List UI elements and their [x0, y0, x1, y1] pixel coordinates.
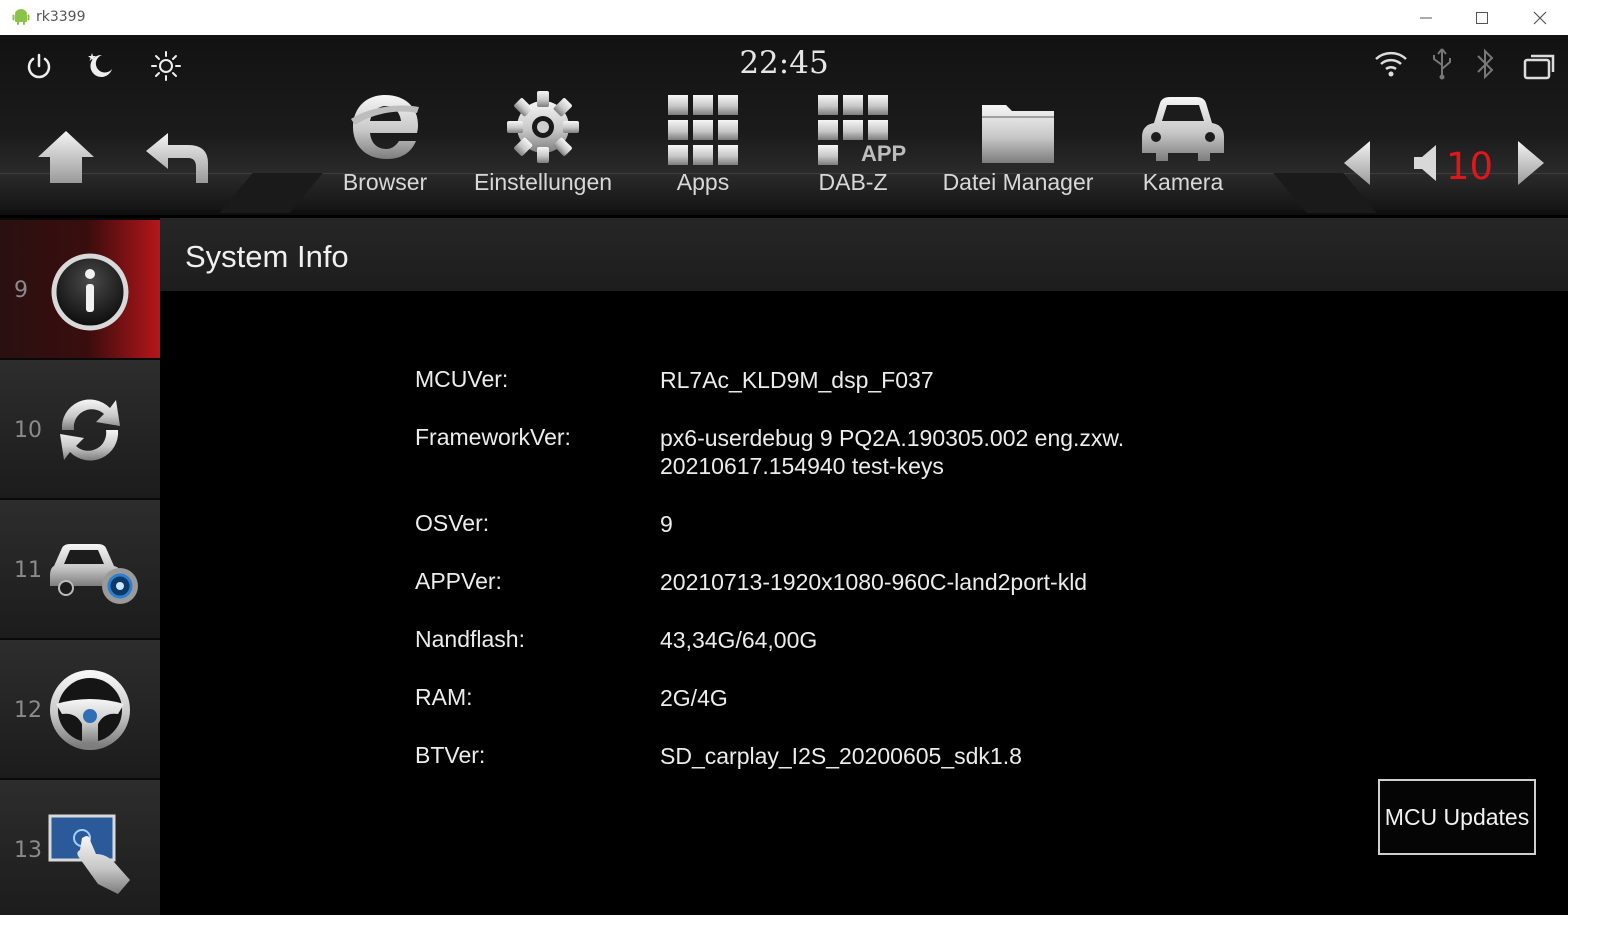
power-icon[interactable] — [24, 51, 54, 81]
maximize-icon — [1476, 11, 1488, 24]
window-titlebar: rk3399 — [0, 0, 1600, 35]
folder-icon — [982, 105, 1054, 163]
close-icon — [1533, 11, 1547, 24]
android-icon — [12, 9, 30, 25]
info-value: 20210713-1920x1080-960C-land2port-kld — [660, 569, 1088, 595]
bluetooth-icon — [1477, 48, 1494, 80]
info-value: px6-userdebug 9 PQ2A.190305.002 eng.zxw.… — [660, 424, 1280, 480]
brightness-icon[interactable] — [150, 50, 182, 82]
refresh-icon — [60, 399, 120, 461]
wifi-icon — [1375, 51, 1407, 77]
usb-icon — [1433, 48, 1451, 80]
sidebar-item-update[interactable]: 10 — [0, 358, 160, 498]
volume-level: 10 — [1446, 145, 1494, 188]
volume-up-arrow-icon[interactable] — [1516, 139, 1546, 187]
app-einstellungen[interactable]: Einstellungen — [458, 77, 628, 196]
app-label: Datei Manager — [942, 169, 1094, 195]
home-icon[interactable] — [36, 129, 96, 185]
apps-grid-icon — [668, 95, 738, 165]
mcu-updates-button[interactable]: MCU Updates — [1378, 779, 1536, 855]
info-key: APPVer: — [415, 568, 502, 594]
info-value: 9 — [660, 511, 673, 537]
app-dab-z[interactable]: APP DAB-Z — [768, 77, 938, 196]
recent-apps-icon[interactable] — [1522, 51, 1558, 81]
info-value: 43,34G/64,00G — [660, 627, 818, 653]
sidebar-item-number: 11 — [14, 558, 42, 583]
minimize-icon — [1420, 17, 1432, 18]
gear-icon — [507, 91, 579, 163]
info-value: RL7Ac_KLD9M_dsp_F037 — [660, 367, 934, 393]
sidebar-item-number: 12 — [14, 698, 42, 723]
app-badge: APP — [861, 141, 907, 166]
info-key: RAM: — [415, 684, 473, 710]
info-icon — [51, 253, 129, 331]
window-border-right — [1568, 35, 1600, 933]
info-key: MCUVer: — [415, 366, 509, 392]
clock: 22:45 — [739, 45, 829, 81]
app-label: Browser — [342, 169, 428, 195]
app-browser[interactable]: Browser — [300, 77, 470, 196]
app-label: DAB-Z — [818, 169, 888, 195]
close-button[interactable] — [1512, 0, 1568, 35]
app-datei-manager[interactable]: Datei Manager — [933, 77, 1103, 196]
app-label: Einstellungen — [473, 169, 613, 195]
minimize-button[interactable] — [1398, 0, 1454, 35]
info-key: OSVer: — [415, 510, 490, 536]
info-key: FrameworkVer: — [415, 424, 571, 450]
app-apps[interactable]: Apps — [618, 77, 788, 196]
sidebar-item-steering-wheel[interactable]: 12 — [0, 638, 160, 778]
car-icon — [1142, 97, 1224, 161]
info-key: BTVer: — [415, 742, 486, 768]
sidebar-item-number: 10 — [14, 418, 42, 443]
car-screen: 22:45 Browser Einstellungen Apps APP DAB… — [0, 35, 1568, 915]
sidebar-item-system-info[interactable]: 9 — [0, 218, 160, 358]
settings-sidebar: 9 10 11 12 13 — [0, 218, 160, 915]
back-icon[interactable] — [144, 131, 210, 185]
steering-wheel-icon — [50, 670, 130, 750]
info-value-line-1: px6-userdebug 9 PQ2A.190305.002 eng.zxw. — [660, 425, 1125, 451]
sidebar-item-number: 9 — [14, 278, 28, 303]
browser-e-icon — [351, 95, 419, 159]
page-header: System Info — [160, 218, 1568, 291]
speaker-icon — [1414, 145, 1436, 181]
window-title: rk3399 — [36, 9, 86, 25]
app-label: Kamera — [1142, 169, 1224, 195]
info-value: 2G/4G — [660, 685, 728, 711]
maximize-button[interactable] — [1454, 0, 1510, 35]
car-settings-icon — [50, 544, 138, 604]
sidebar-item-car-settings[interactable]: 11 — [0, 498, 160, 638]
sidebar-item-number: 13 — [14, 838, 42, 863]
night-mode-icon[interactable] — [84, 49, 116, 81]
info-key: Nandflash: — [415, 626, 525, 652]
info-value-line-2: 20210617.154940 test-keys — [660, 453, 944, 479]
info-value: SD_carplay_I2S_20200605_sdk1.8 — [660, 743, 1022, 769]
app-kamera[interactable]: Kamera — [1098, 77, 1268, 196]
app-label: Apps — [676, 169, 730, 195]
volume-down-arrow-icon[interactable] — [1342, 139, 1372, 187]
window-border-bottom — [0, 915, 1568, 933]
touch-screen-icon — [48, 814, 130, 894]
page-title: System Info — [185, 239, 349, 274]
sidebar-item-touch-calibration[interactable]: 13 — [0, 778, 160, 915]
